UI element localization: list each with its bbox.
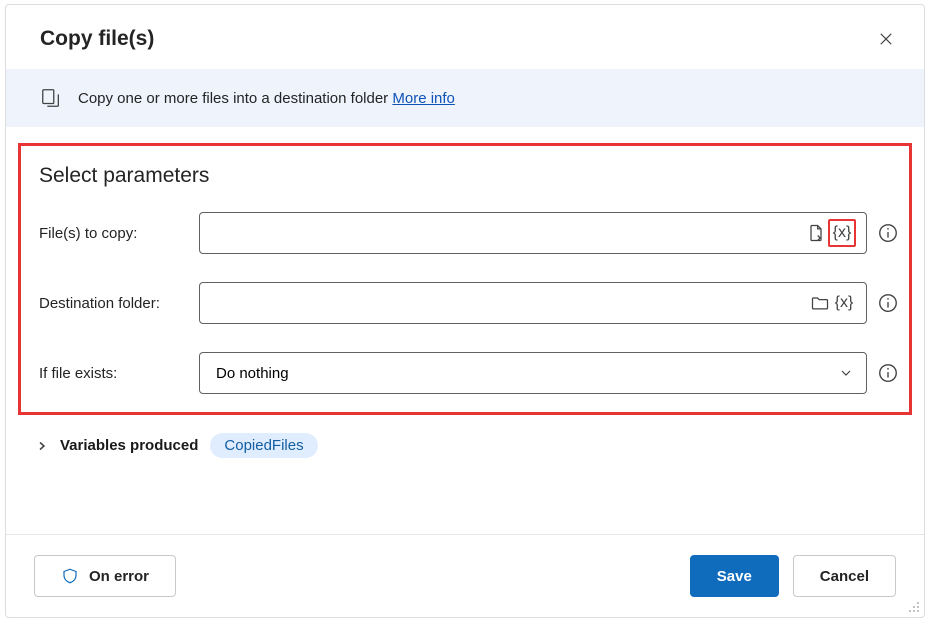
folder-picker-icon — [810, 293, 830, 313]
file-picker-icon — [806, 223, 826, 243]
dialog-body: Select parameters File(s) to copy: — [6, 127, 924, 534]
dialog-title: Copy file(s) — [40, 27, 154, 51]
info-button-files[interactable] — [877, 222, 899, 244]
if-file-exists-value: Do nothing — [216, 365, 289, 382]
cancel-button[interactable]: Cancel — [793, 555, 896, 597]
banner-description: Copy one or more files into a destinatio… — [78, 90, 388, 107]
info-banner: Copy one or more files into a destinatio… — [6, 69, 924, 127]
save-button[interactable]: Save — [690, 555, 779, 597]
resize-grip-icon — [907, 600, 921, 614]
if-file-exists-select[interactable]: Do nothing — [199, 352, 867, 394]
copy-files-icon — [40, 87, 62, 109]
variable-chip-copiedfiles[interactable]: CopiedFiles — [210, 433, 317, 458]
info-icon — [877, 222, 899, 244]
destination-folder-field[interactable]: {x} — [199, 282, 867, 324]
row-files-to-copy: File(s) to copy: {x} — [39, 212, 899, 254]
resize-handle[interactable] — [907, 600, 921, 614]
dialog-footer: On error Save Cancel — [6, 534, 924, 617]
input-wrap-dest: {x} — [199, 282, 899, 324]
insert-variable-button-dest[interactable]: {x} — [832, 291, 856, 315]
select-folder-button[interactable] — [808, 291, 832, 315]
cancel-label: Cancel — [820, 568, 869, 585]
dialog: Copy file(s) Copy one or more files into… — [5, 4, 925, 618]
variables-produced-label: Variables produced — [60, 437, 198, 454]
info-icon — [877, 362, 899, 384]
select-parameters-section: Select parameters File(s) to copy: — [18, 143, 912, 415]
label-files-to-copy: File(s) to copy: — [39, 225, 199, 242]
variables-produced-row: Variables produced CopiedFiles — [36, 433, 894, 458]
info-button-dest[interactable] — [877, 292, 899, 314]
files-to-copy-input[interactable] — [210, 213, 804, 253]
close-button[interactable] — [876, 29, 896, 49]
shield-icon — [61, 567, 79, 585]
footer-left: On error — [34, 555, 176, 597]
input-wrap-exists: Do nothing — [199, 352, 899, 394]
save-label: Save — [717, 568, 752, 585]
banner-text: Copy one or more files into a destinatio… — [78, 90, 455, 107]
on-error-button[interactable]: On error — [34, 555, 176, 597]
more-info-link[interactable]: More info — [392, 90, 455, 107]
chevron-down-icon — [838, 365, 854, 381]
chevron-right-icon — [36, 440, 48, 452]
row-if-file-exists: If file exists: Do nothing — [39, 352, 899, 394]
destination-folder-input[interactable] — [210, 283, 808, 323]
label-if-file-exists: If file exists: — [39, 365, 199, 382]
close-icon — [877, 30, 895, 48]
row-destination-folder: Destination folder: {x} — [39, 282, 899, 324]
label-destination-folder: Destination folder: — [39, 295, 199, 312]
info-button-exists[interactable] — [877, 362, 899, 384]
files-to-copy-field[interactable]: {x} — [199, 212, 867, 254]
insert-variable-button-files[interactable]: {x} — [828, 219, 856, 247]
on-error-label: On error — [89, 568, 149, 585]
footer-right: Save Cancel — [690, 555, 896, 597]
section-title: Select parameters — [39, 164, 899, 188]
input-wrap-files: {x} — [199, 212, 899, 254]
select-file-button[interactable] — [804, 221, 828, 245]
variables-produced-expander[interactable] — [36, 440, 48, 452]
info-icon — [877, 292, 899, 314]
dialog-header: Copy file(s) — [6, 5, 924, 69]
